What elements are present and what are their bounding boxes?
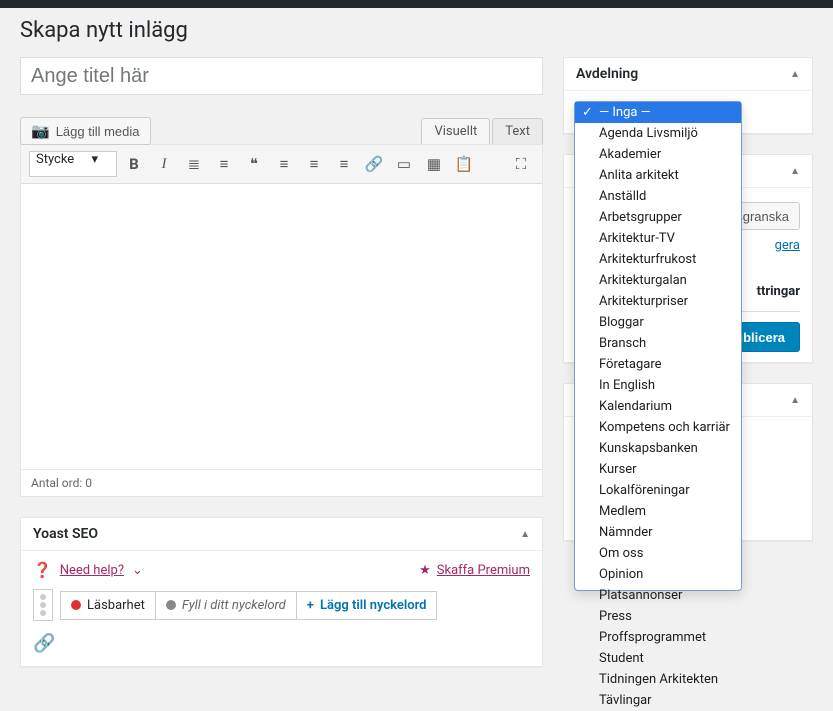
avdelning-option[interactable]: Bransch — [575, 333, 741, 354]
traffic-light-icon — [33, 589, 53, 621]
collapse-icon: ▲ — [790, 166, 800, 177]
avdelning-option[interactable]: Kompetens och karriär — [575, 417, 741, 438]
read-more-button[interactable]: ▭ — [391, 151, 417, 177]
avdelning-option[interactable]: Kunskapsbanken — [575, 438, 741, 459]
link-button[interactable]: 🔗 — [361, 151, 387, 177]
avdelning-option[interactable]: Press — [575, 606, 741, 627]
avdelning-option[interactable]: Opinion — [575, 564, 741, 585]
add-media-label: Lägg till media — [56, 124, 140, 139]
avdelning-panel-header[interactable]: Avdelning ▲ — [564, 58, 812, 91]
avdelning-option[interactable]: Anlita arkitekt — [575, 165, 741, 186]
editor-toolbar: Stycke ▾ B I ≣ ≡ ❝ ≡ ≡ ≡ 🔗 ▭ ▦ 📋 ⛶ — [21, 145, 542, 184]
fullscreen-button[interactable]: ⛶ — [508, 151, 534, 177]
collapse-icon: ▲ — [520, 529, 530, 540]
avdelning-option[interactable]: Proffsprogrammet — [575, 627, 741, 648]
avdelning-option[interactable]: Bloggar — [575, 312, 741, 333]
avdelning-option[interactable]: Arkitekturpriser — [575, 291, 741, 312]
premium-link[interactable]: Skaffa Premium — [437, 563, 530, 578]
tab-visual[interactable]: Visuellt — [421, 118, 490, 144]
avdelning-option[interactable]: Arbetsgrupper — [575, 207, 741, 228]
collapse-icon: ▲ — [790, 395, 800, 406]
avdelning-option[interactable]: Om oss — [575, 543, 741, 564]
chevron-down-icon: ▾ — [91, 152, 98, 167]
avdelning-option[interactable]: Arkitekturgalan — [575, 270, 741, 291]
avdelning-option[interactable]: — Inga — — [575, 102, 741, 123]
edit-link[interactable]: gera — [775, 238, 800, 253]
avdelning-option[interactable]: Tävlingar — [575, 690, 741, 711]
yoast-title: Yoast SEO — [33, 526, 98, 542]
bold-button[interactable]: B — [121, 151, 147, 177]
camera-music-icon: 📷 — [31, 122, 50, 140]
blockquote-button[interactable]: ❝ — [241, 151, 267, 177]
italic-button[interactable]: I — [151, 151, 177, 177]
help-icon: ❓ — [33, 561, 52, 579]
publish-row-text: ttringar — [757, 284, 800, 299]
align-right-button[interactable]: ≡ — [331, 151, 357, 177]
avdelning-option[interactable]: Medlem — [575, 501, 741, 522]
avdelning-option[interactable]: Arkitektur-TV — [575, 228, 741, 249]
yoast-panel-header[interactable]: Yoast SEO ▲ — [21, 518, 542, 551]
avdelning-option[interactable]: Företagare — [575, 354, 741, 375]
collapse-icon: ▲ — [790, 69, 800, 80]
edit-link-2[interactable] — [797, 261, 800, 276]
tab-text[interactable]: Text — [492, 118, 543, 144]
avdelning-title: Avdelning — [576, 66, 638, 82]
star-icon: ★ — [419, 563, 431, 578]
plus-icon: + — [307, 598, 314, 613]
align-left-button[interactable]: ≡ — [271, 151, 297, 177]
share-icon[interactable]: 🔗 — [33, 633, 55, 654]
paragraph-format-select[interactable]: Stycke ▾ — [29, 151, 117, 177]
avdelning-option[interactable]: Kalendarium — [575, 396, 741, 417]
avdelning-option[interactable]: In English — [575, 375, 741, 396]
number-list-button[interactable]: ≡ — [211, 151, 237, 177]
avdelning-option[interactable]: Lokalföreningar — [575, 480, 741, 501]
avdelning-dropdown[interactable]: — Inga —Agenda LivsmiljöAkademierAnlita … — [574, 101, 742, 591]
page-title: Skapa nytt inlägg — [20, 18, 813, 43]
chevron-down-icon[interactable]: ⌄ — [132, 563, 143, 578]
avdelning-option[interactable]: Arkitekturfrukost — [575, 249, 741, 270]
readability-tab[interactable]: Läsbarhet — [60, 591, 156, 620]
avdelning-option[interactable]: Agenda Livsmiljö — [575, 123, 741, 144]
paste-button[interactable]: 📋 — [451, 151, 477, 177]
status-dot-gray-icon — [166, 600, 176, 610]
add-keyword-tab[interactable]: + Lägg till nyckelord — [296, 591, 438, 620]
status-dot-red-icon — [71, 600, 81, 610]
keyword-tab[interactable]: Fyll i ditt nyckelord — [155, 591, 297, 620]
bullet-list-button[interactable]: ≣ — [181, 151, 207, 177]
post-title-input[interactable] — [20, 57, 543, 95]
avdelning-option[interactable]: Akademier — [575, 144, 741, 165]
toolbar-toggle-button[interactable]: ▦ — [421, 151, 447, 177]
avdelning-option[interactable]: Nämnder — [575, 522, 741, 543]
avdelning-option[interactable]: Anställd — [575, 186, 741, 207]
word-count: Antal ord: 0 — [21, 469, 542, 496]
need-help-link[interactable]: Need help? — [60, 563, 124, 578]
avdelning-option[interactable]: Tidningen Arkitekten — [575, 669, 741, 690]
avdelning-option[interactable]: Kurser — [575, 459, 741, 480]
add-media-button[interactable]: 📷 Lägg till media — [20, 117, 151, 145]
avdelning-option[interactable]: Platsannonser — [575, 585, 741, 606]
editor-content-area[interactable] — [21, 184, 542, 469]
align-center-button[interactable]: ≡ — [301, 151, 327, 177]
